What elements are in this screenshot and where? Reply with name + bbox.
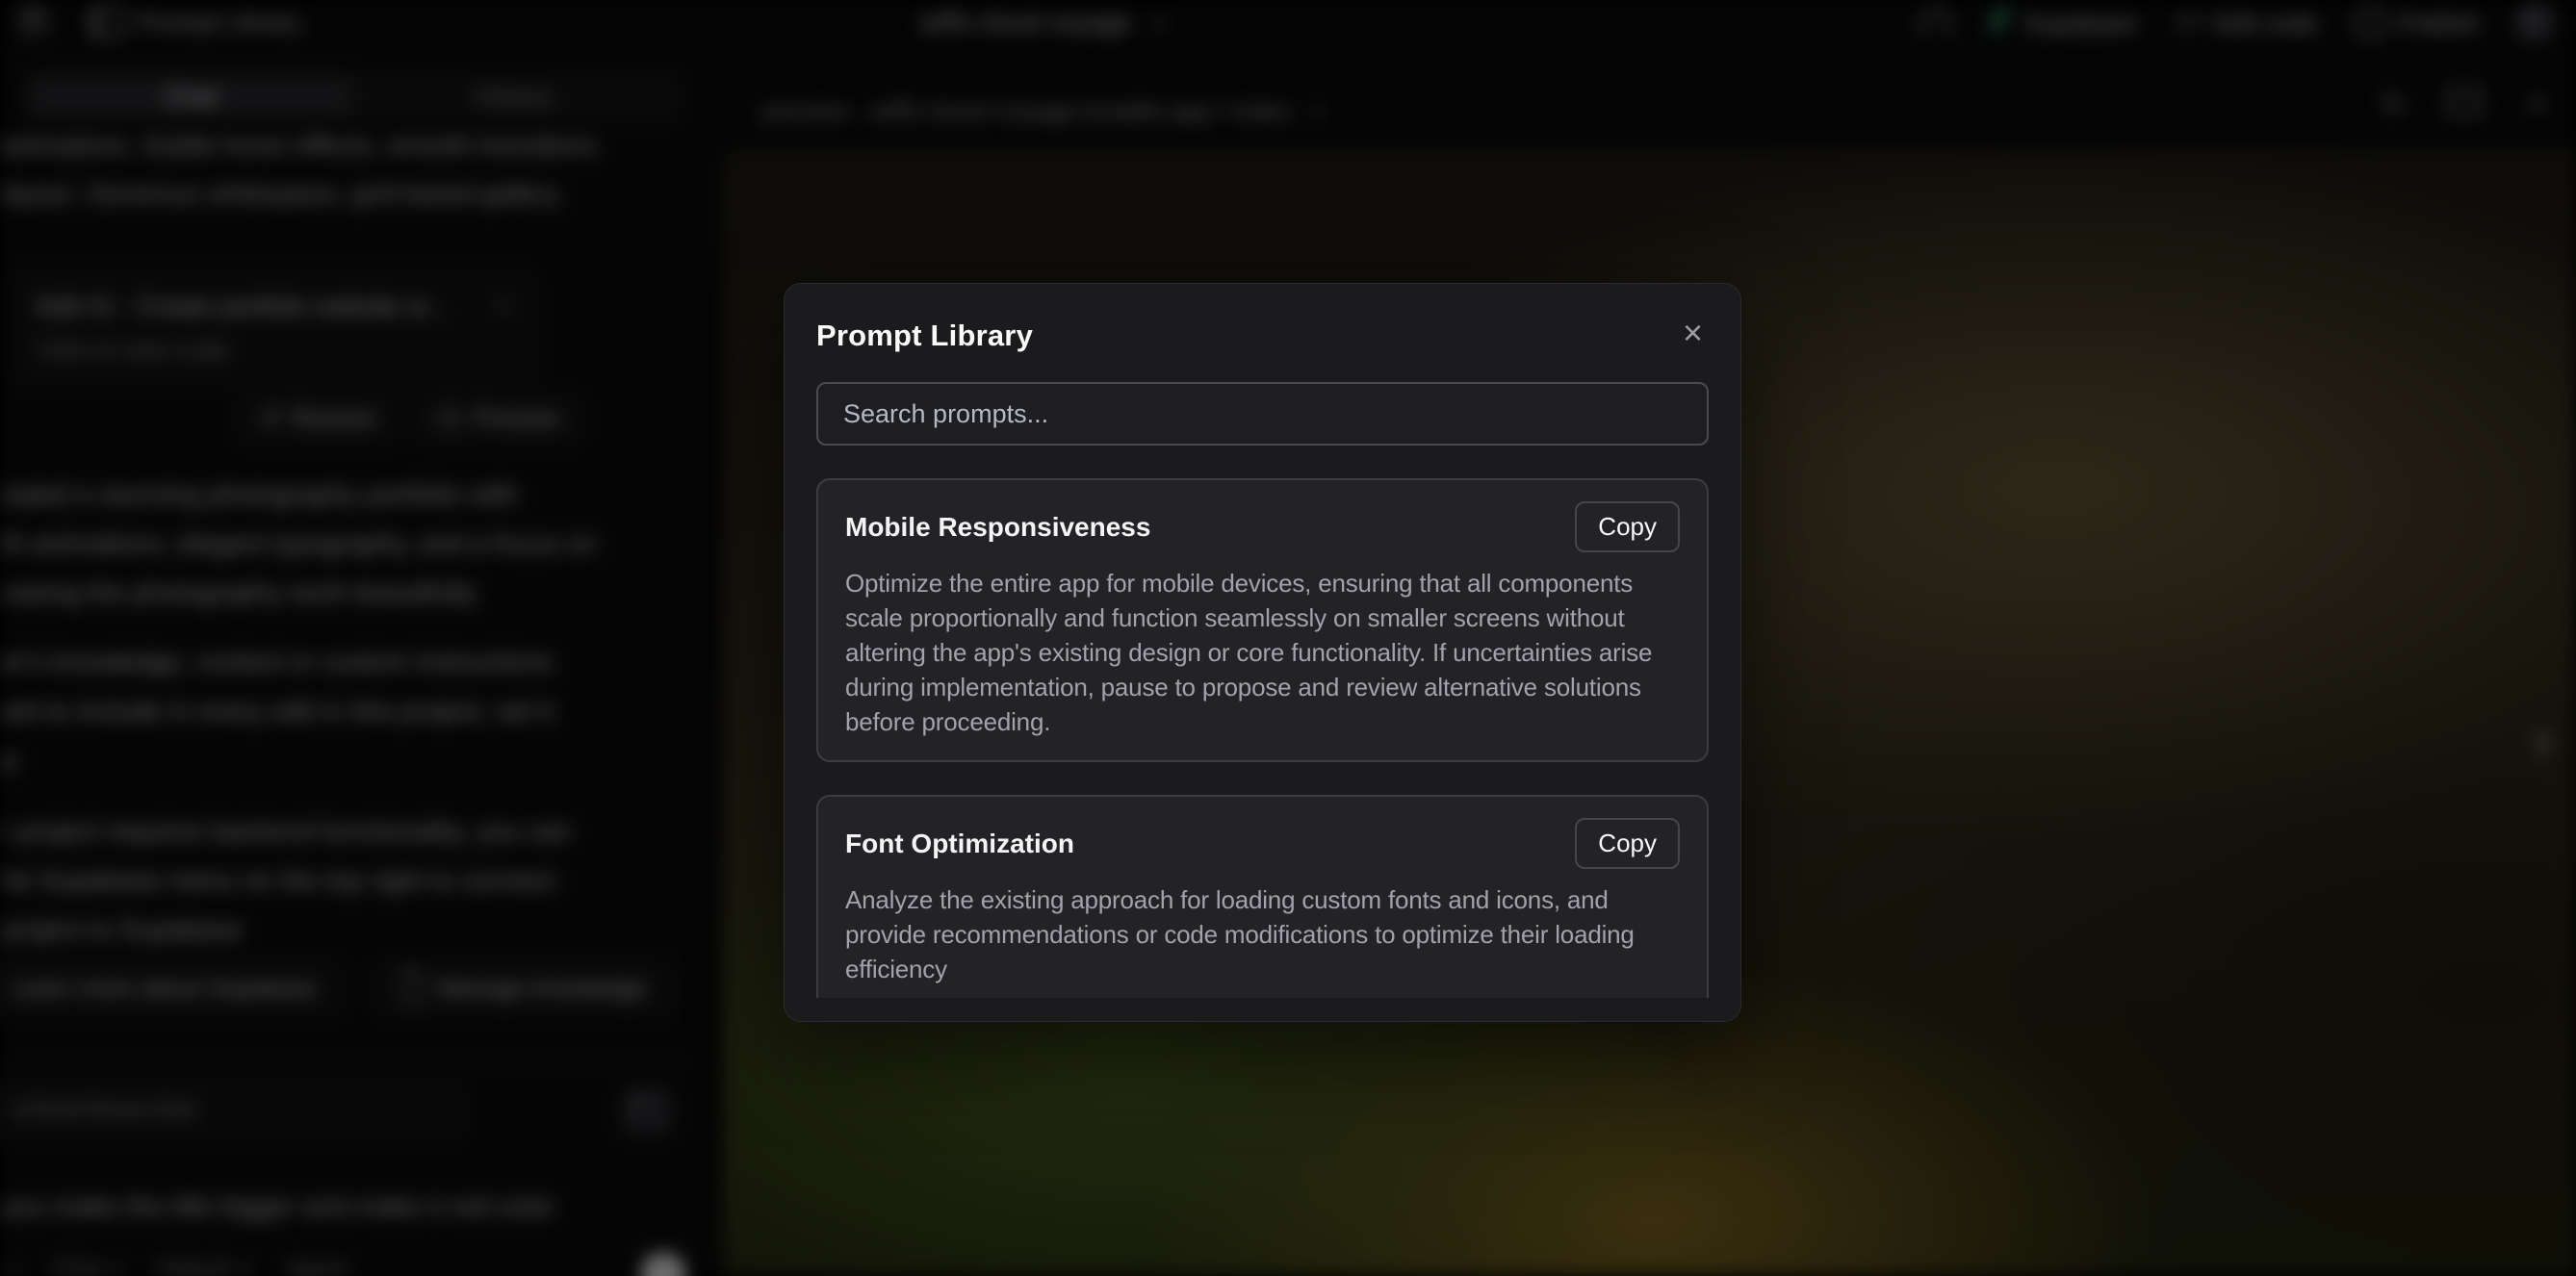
copy-button[interactable]: Copy: [1575, 818, 1680, 869]
prompt-card-header: Mobile Responsiveness Copy: [845, 501, 1680, 552]
prompt-body: Analyze the existing approach for loadin…: [845, 882, 1680, 986]
prompt-card[interactable]: Mobile Responsiveness Copy Optimize the …: [816, 478, 1709, 762]
search-input[interactable]: [816, 382, 1709, 446]
modal-header: Prompt Library ×: [816, 319, 1709, 353]
copy-button[interactable]: Copy: [1575, 501, 1680, 552]
modal-title: Prompt Library: [816, 319, 1033, 353]
app-screen: Prompt Library arffs cloud voyage ∨ Supa…: [0, 0, 2576, 1276]
prompt-card[interactable]: Font Optimization Copy Analyze the exist…: [816, 795, 1709, 998]
prompt-body: Optimize the entire app for mobile devic…: [845, 566, 1680, 739]
prompt-list: Mobile Responsiveness Copy Optimize the …: [816, 478, 1709, 998]
close-icon[interactable]: ×: [1677, 315, 1709, 351]
prompt-title: Mobile Responsiveness: [845, 512, 1150, 543]
prompt-card-header: Font Optimization Copy: [845, 818, 1680, 869]
prompt-title: Font Optimization: [845, 829, 1074, 859]
prompt-library-modal: Prompt Library × Mobile Responsiveness C…: [784, 283, 1741, 1022]
